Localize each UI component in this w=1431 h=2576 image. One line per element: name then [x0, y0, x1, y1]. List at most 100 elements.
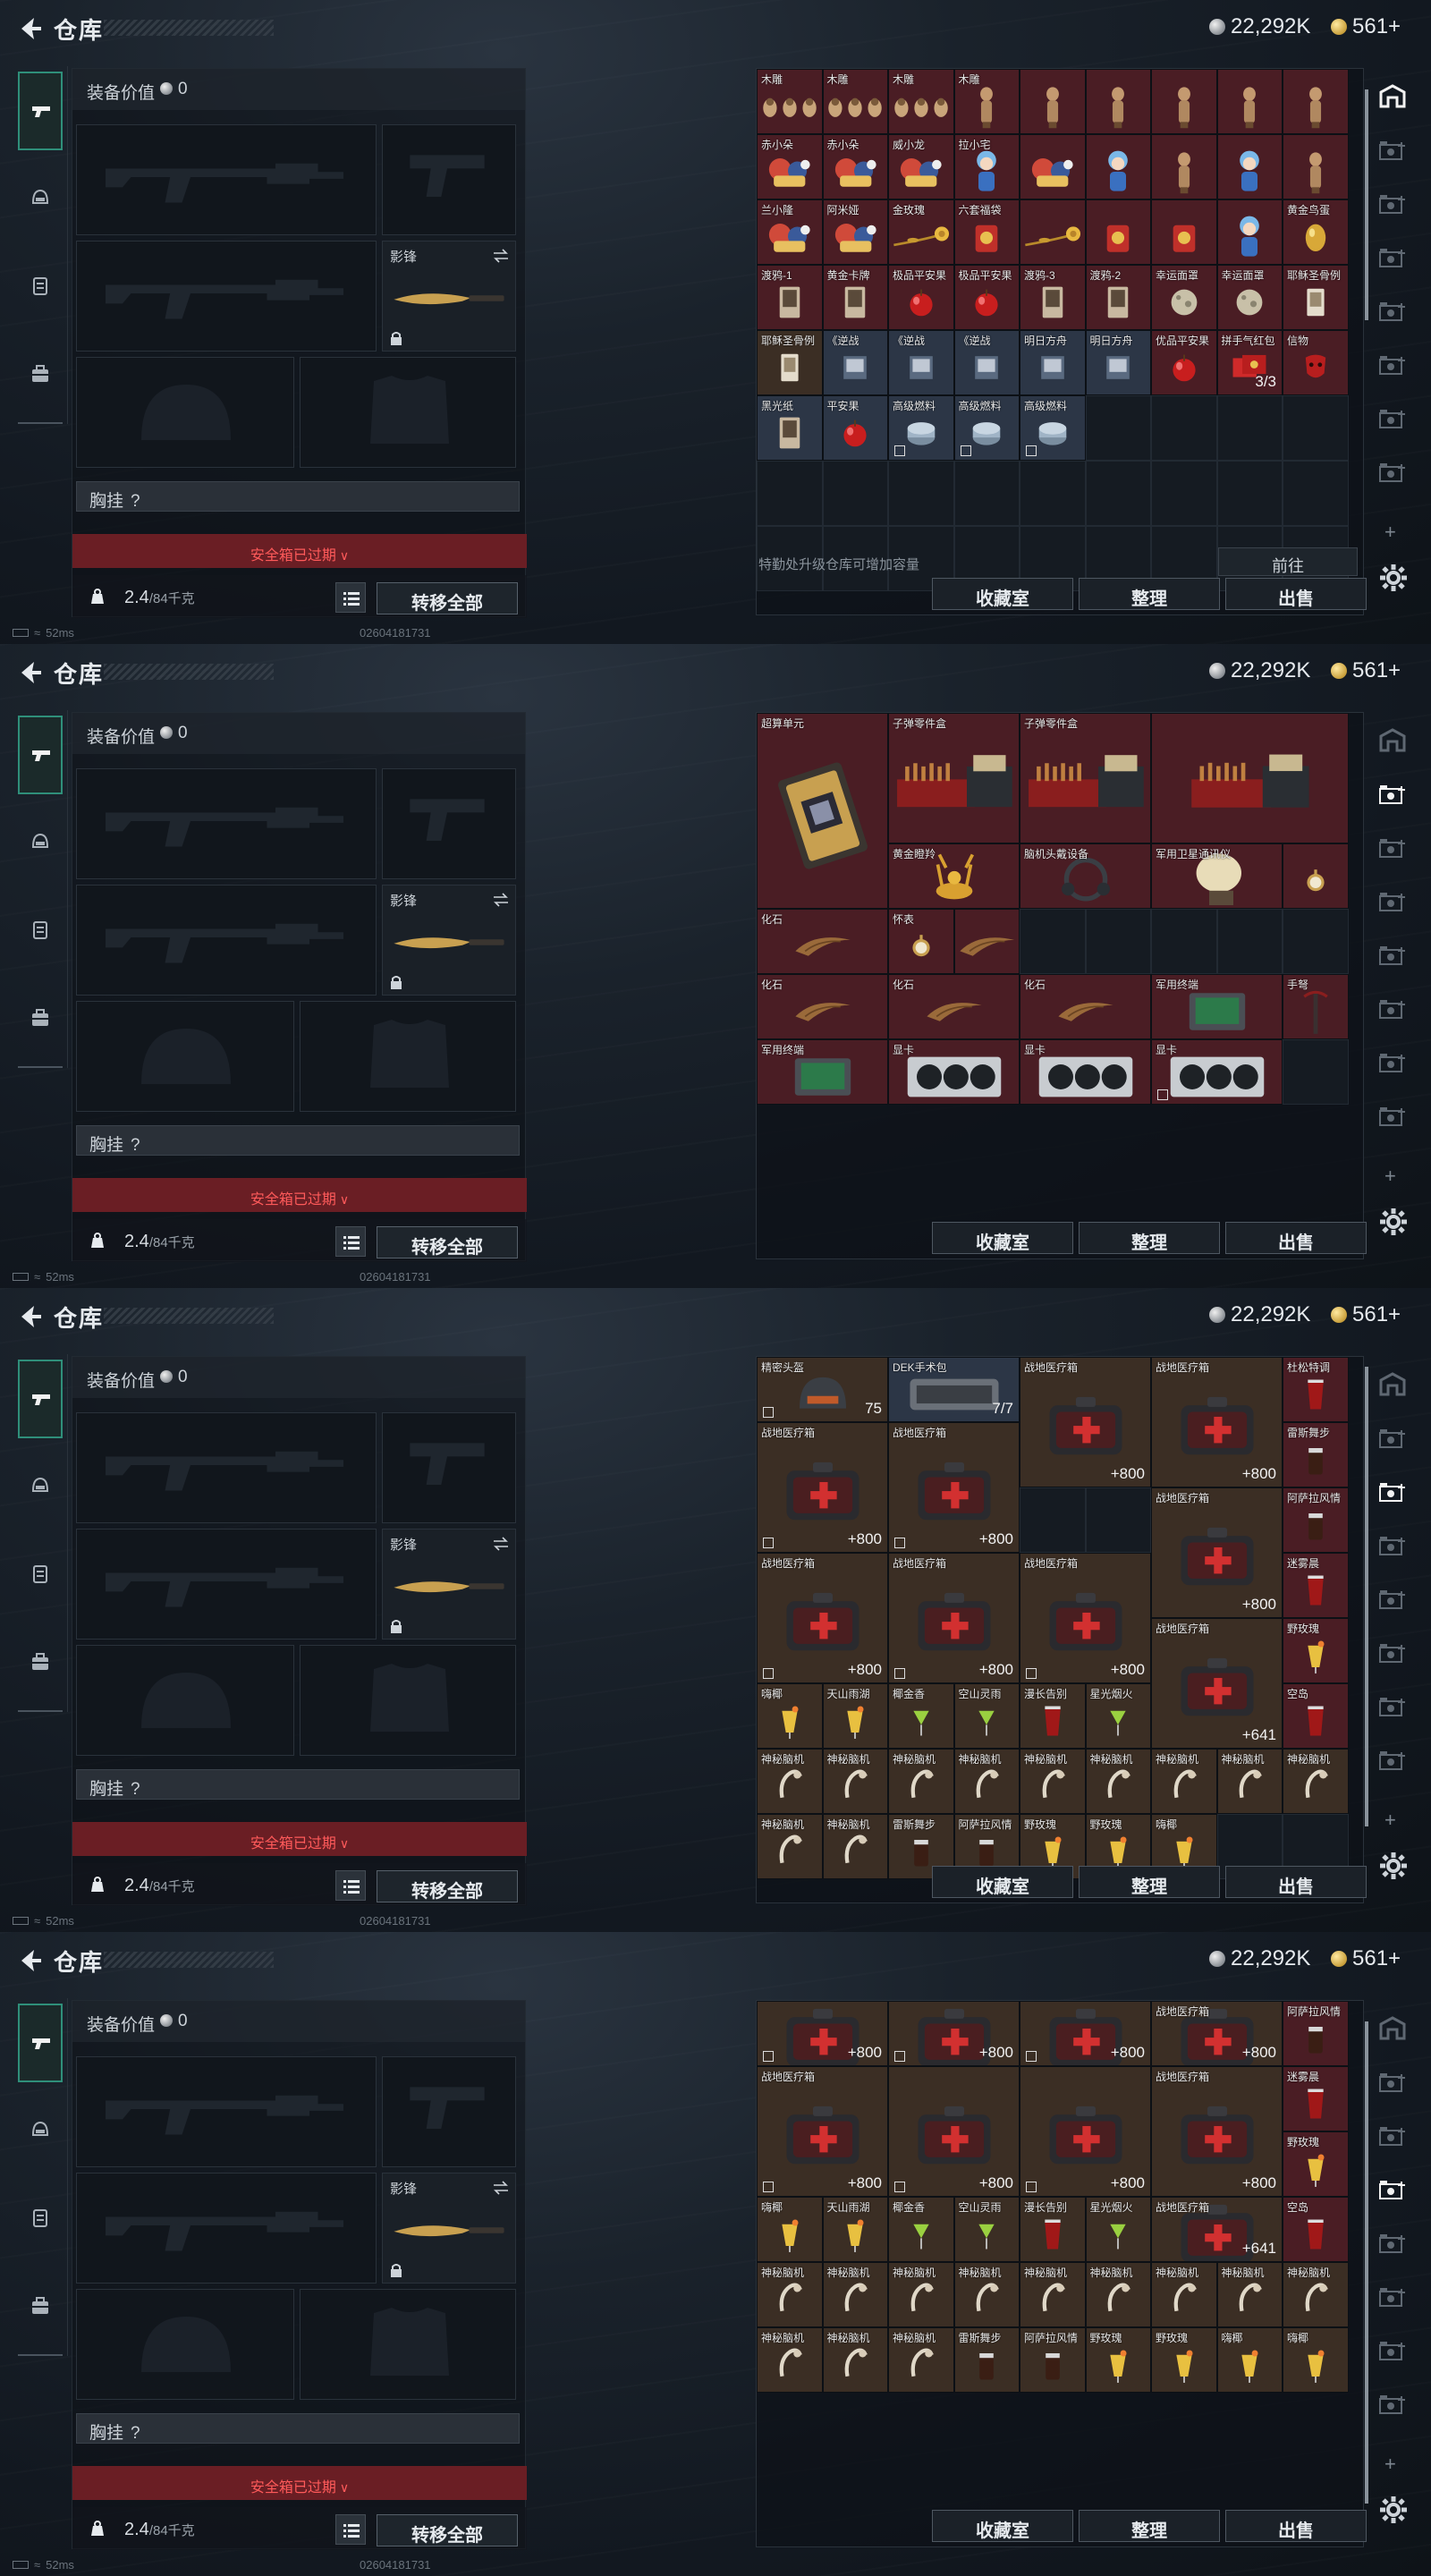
- inventory-item[interactable]: 六套福袋: [953, 199, 1020, 265]
- tab-warehouse-2[interactable]: [1368, 1467, 1417, 1517]
- tab-warehouse-2[interactable]: [1368, 823, 1417, 873]
- inventory-item[interactable]: 《逆战: [953, 330, 1020, 395]
- inventory-item[interactable]: 显卡: [1020, 1039, 1151, 1105]
- primary-weapon-slot[interactable]: [76, 1412, 377, 1523]
- safe-box-expired[interactable]: 安全箱已过期 ∨: [72, 2466, 527, 2500]
- transfer-all-button[interactable]: 转移全部: [377, 1870, 518, 1902]
- inventory-item[interactable]: 战地医疗箱 +800: [757, 1553, 888, 1683]
- list-button[interactable]: [335, 1226, 366, 1257]
- inventory-item[interactable]: 野玫瑰: [1283, 2131, 1349, 2197]
- inventory-item[interactable]: 高级燃料: [1020, 395, 1086, 461]
- tab-warehouse-4[interactable]: [1368, 930, 1417, 980]
- inventory-item[interactable]: 军用卫星通讯仪: [1151, 843, 1283, 909]
- inventory-item[interactable]: 野玫瑰: [1151, 2327, 1217, 2393]
- inventory-item[interactable]: 渡鸦-3: [1020, 265, 1086, 330]
- nav-helmet-nav[interactable]: [18, 803, 63, 882]
- inventory-item[interactable]: 超算单元: [757, 713, 888, 909]
- empty-slot[interactable]: [1151, 909, 1217, 974]
- inventory-item[interactable]: 神秘脑机: [888, 1749, 954, 1814]
- transfer-all-button[interactable]: 转移全部: [377, 1226, 518, 1258]
- nav-gun[interactable]: [18, 716, 63, 794]
- tab-warehouse-4[interactable]: [1368, 2218, 1417, 2268]
- inventory-item[interactable]: [1151, 713, 1349, 843]
- tab-warehouse-4[interactable]: [1368, 1574, 1417, 1624]
- inventory-item[interactable]: 天山雨湖: [822, 1683, 888, 1749]
- tab-warehouse-5[interactable]: [1368, 984, 1417, 1034]
- empty-slot[interactable]: [822, 461, 888, 526]
- inventory-item[interactable]: 怀表: [888, 909, 954, 974]
- inventory-item[interactable]: 赤小朵: [757, 134, 823, 199]
- inventory-item[interactable]: 战地医疗箱 +800: [888, 1422, 1020, 1553]
- tab-warehouse-1[interactable]: [1368, 1413, 1417, 1463]
- inventory-item[interactable]: 神秘脑机: [1283, 1749, 1349, 1814]
- tab-warehouse-4[interactable]: [1368, 286, 1417, 336]
- secondary-weapon-slot[interactable]: [76, 885, 377, 996]
- inventory-item[interactable]: 显卡: [1151, 1039, 1283, 1105]
- inventory-item[interactable]: 野玫瑰: [1283, 1618, 1349, 1683]
- currency-gold[interactable]: 561+: [1331, 658, 1401, 683]
- transfer-all-button[interactable]: 转移全部: [377, 2514, 518, 2546]
- inventory-item[interactable]: [953, 909, 1020, 974]
- inventory-item[interactable]: 高级燃料: [953, 395, 1020, 461]
- tab-warehouse-7[interactable]: [1368, 1735, 1417, 1785]
- inventory-item[interactable]: 黄金鸟蛋: [1283, 199, 1349, 265]
- inventory-item[interactable]: 神秘脑机: [953, 2262, 1020, 2327]
- inventory-item[interactable]: +800: [888, 2001, 1020, 2066]
- inventory-item[interactable]: [1151, 134, 1217, 199]
- inventory-item[interactable]: 子弹零件盒: [1020, 713, 1151, 843]
- inventory-item[interactable]: [1020, 134, 1086, 199]
- inventory-item[interactable]: 神秘脑机: [888, 2327, 954, 2393]
- inventory-item[interactable]: 天山雨湖: [822, 2197, 888, 2262]
- inventory-item[interactable]: 嗨椰: [1283, 2327, 1349, 2393]
- inventory-item[interactable]: 化石: [1020, 974, 1151, 1039]
- tab-warehouse-6[interactable]: [1368, 394, 1417, 444]
- sell-button[interactable]: 出售: [1225, 2510, 1367, 2542]
- inventory-item[interactable]: 阿米娅: [822, 199, 888, 265]
- inventory-item[interactable]: 星光烟火: [1085, 2197, 1151, 2262]
- armor-slot[interactable]: [300, 1645, 516, 1756]
- inventory-item[interactable]: [1216, 199, 1283, 265]
- inventory-item[interactable]: 显卡: [888, 1039, 1020, 1105]
- chest-rig-slot[interactable]: 胸挂?: [76, 2413, 520, 2444]
- inventory-item[interactable]: 神秘脑机: [822, 2327, 888, 2393]
- inventory-item[interactable]: 军用终端: [1151, 974, 1283, 1039]
- inventory-item[interactable]: 神秘脑机: [953, 1749, 1020, 1814]
- inventory-item[interactable]: 耶稣圣骨例: [1283, 265, 1349, 330]
- empty-slot[interactable]: [1085, 395, 1151, 461]
- inventory-item[interactable]: 化石: [888, 974, 1020, 1039]
- empty-slot[interactable]: [888, 461, 954, 526]
- empty-slot[interactable]: [757, 461, 823, 526]
- inventory-item[interactable]: [1283, 134, 1349, 199]
- tab-all[interactable]: [1368, 72, 1417, 122]
- inventory-item[interactable]: 信物: [1283, 330, 1349, 395]
- settings-button[interactable]: [1377, 2494, 1410, 2526]
- helmet-slot[interactable]: [76, 1645, 294, 1756]
- tab-warehouse-1[interactable]: [1368, 769, 1417, 819]
- armor-slot[interactable]: [300, 357, 516, 468]
- inventory-item[interactable]: 嗨椰: [757, 1683, 823, 1749]
- inventory-item[interactable]: [1020, 199, 1086, 265]
- nav-backpack[interactable]: [18, 2267, 63, 2345]
- tab-warehouse-1[interactable]: [1368, 2057, 1417, 2107]
- nav-backpack[interactable]: [18, 979, 63, 1057]
- tab-warehouse-3[interactable]: [1368, 233, 1417, 283]
- tab-warehouse-1[interactable]: [1368, 125, 1417, 175]
- list-button[interactable]: [335, 2514, 366, 2545]
- inventory-item[interactable]: 漫长告别: [1020, 1683, 1086, 1749]
- inventory-item[interactable]: 神秘脑机: [1283, 2262, 1349, 2327]
- tab-warehouse-5[interactable]: [1368, 340, 1417, 390]
- empty-slot[interactable]: [1283, 395, 1349, 461]
- pistol-slot[interactable]: [382, 2056, 516, 2167]
- settings-button[interactable]: [1377, 1206, 1410, 1238]
- inventory-item[interactable]: 《逆战: [822, 330, 888, 395]
- inventory-item[interactable]: 空山灵雨: [953, 2197, 1020, 2262]
- inventory-item[interactable]: 漫长告别: [1020, 2197, 1086, 2262]
- inventory-item[interactable]: 战地医疗箱 +800: [1020, 1553, 1151, 1683]
- empty-slot[interactable]: [1085, 461, 1151, 526]
- inventory-item[interactable]: 优品平安果: [1151, 330, 1217, 395]
- inventory-item[interactable]: 拼手气红包 3/3: [1216, 330, 1283, 395]
- empty-slot[interactable]: [1085, 909, 1151, 974]
- empty-slot[interactable]: [1216, 461, 1283, 526]
- empty-slot[interactable]: [1020, 1487, 1086, 1553]
- inventory-item[interactable]: 神秘脑机: [822, 2262, 888, 2327]
